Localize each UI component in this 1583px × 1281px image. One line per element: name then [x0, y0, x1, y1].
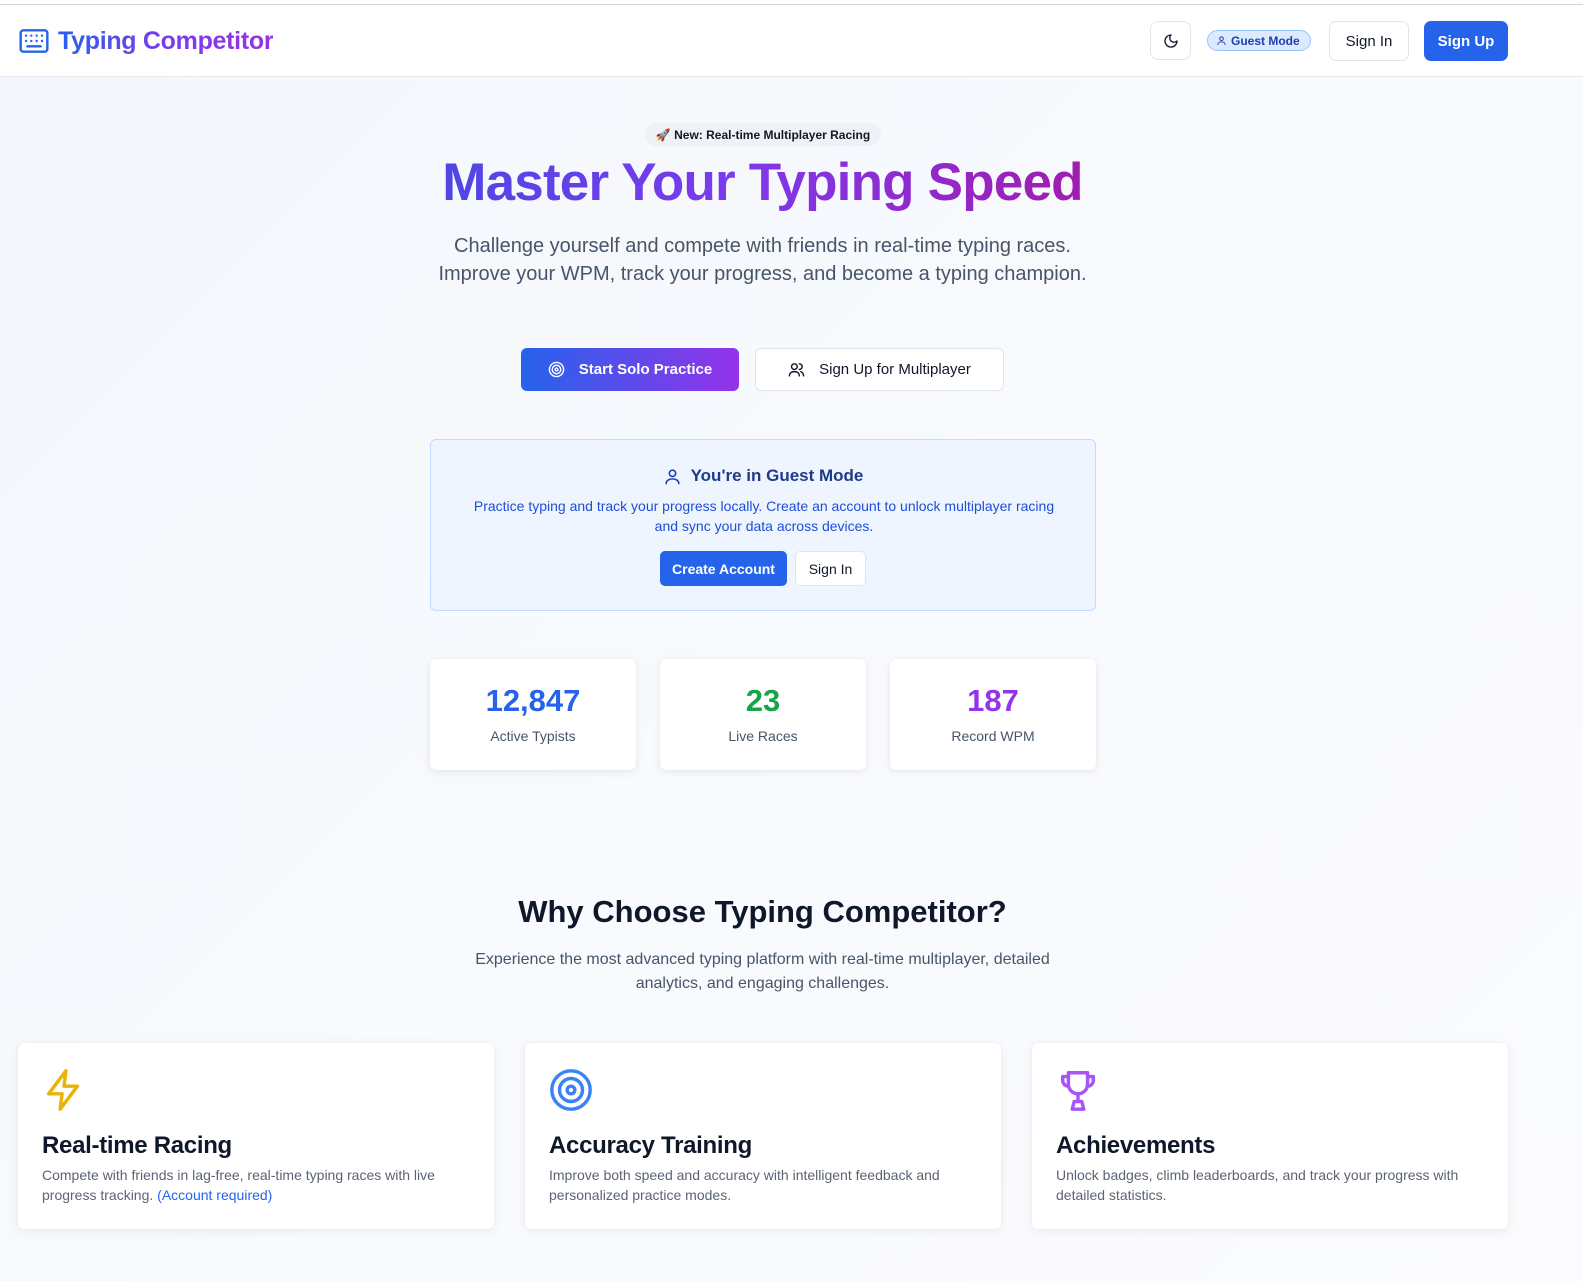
sign-up-multiplayer-label: Sign Up for Multiplayer: [819, 361, 971, 378]
hero-title-text: Master Your Typing Speed: [442, 153, 1083, 212]
brand-logo[interactable]: Typing Competitor: [18, 25, 274, 57]
stat-label: Active Typists: [490, 728, 576, 744]
hero-title: Master Your Typing Speed: [0, 152, 1525, 213]
feature-card-achievements: Achievements Unlock badges, climb leader…: [1032, 1043, 1508, 1229]
feature-description: Compete with friends in lag-free, real-t…: [42, 1165, 472, 1205]
start-solo-practice-button[interactable]: Start Solo Practice: [521, 348, 739, 391]
feature-description: Improve both speed and accuracy with int…: [549, 1167, 940, 1203]
guest-card-text: Practice typing and track your progress …: [473, 498, 1055, 534]
stat-value: 187: [967, 683, 1019, 718]
user-icon: [664, 468, 680, 484]
guest-mode-label: Guest Mode: [1231, 33, 1300, 48]
stat-value: 23: [745, 683, 781, 718]
hero-subtitle: Challenge yourself and compete with frie…: [438, 235, 1087, 285]
stat-card-active-typists: 12,847 Active Typists: [430, 659, 636, 770]
stat-card-live-races: 23 Live Races: [660, 659, 866, 770]
keyboard-icon: [19, 29, 49, 53]
guest-card-title-text: You're in Guest Mode: [690, 466, 864, 485]
sign-up-multiplayer-button[interactable]: Sign Up for Multiplayer: [755, 348, 1004, 391]
start-solo-practice-label: Start Solo Practice: [578, 361, 713, 378]
account-required-note: (Account required): [157, 1187, 273, 1203]
feature-description: Unlock badges, climb leaderboards, and t…: [1056, 1167, 1459, 1203]
feature-title: Real-time Racing: [42, 1132, 232, 1159]
stat-value: 12,847: [485, 683, 581, 718]
guest-mode-card: You're in Guest Mode Practice typing and…: [430, 439, 1096, 611]
announcement-badge: 🚀 New: Real-time Multiplayer Racing: [645, 123, 881, 146]
guest-mode-badge: Guest Mode: [1207, 30, 1311, 51]
why-section-subtitle: Experience the most advanced typing plat…: [475, 951, 1050, 992]
header-sign-in-button[interactable]: Sign In: [1329, 21, 1409, 61]
why-section-title: Why Choose Typing Competitor?: [518, 894, 1007, 929]
guest-card-title: You're in Guest Mode: [431, 466, 1095, 486]
stat-label: Record WPM: [951, 728, 1035, 744]
target-icon: [550, 1069, 592, 1111]
theme-toggle-button[interactable]: [1150, 21, 1191, 60]
feature-card-accuracy-training: Accuracy Training Improve both speed and…: [525, 1043, 1001, 1229]
guest-card-sign-in-button[interactable]: Sign In: [795, 551, 866, 586]
stat-card-record-wpm: 187 Record WPM: [890, 659, 1096, 770]
feature-title: Accuracy Training: [549, 1132, 752, 1159]
stat-label: Live Races: [728, 728, 798, 744]
trophy-icon: [1060, 1071, 1096, 1111]
header-sign-up-button[interactable]: Sign Up: [1424, 21, 1508, 61]
moon-icon: [1163, 33, 1178, 48]
create-account-button[interactable]: Create Account: [660, 551, 787, 586]
top-navbar: Typing Competitor Guest Mode Sign In Sig…: [0, 5, 1583, 77]
feature-card-realtime-racing: Real-time Racing Compete with friends in…: [18, 1043, 494, 1229]
lightning-icon: [46, 1069, 80, 1111]
user-icon: [1217, 36, 1226, 46]
users-icon: [788, 363, 805, 377]
app-title: Typing Competitor: [58, 26, 274, 55]
target-icon: [548, 361, 565, 378]
feature-title: Achievements: [1056, 1132, 1216, 1159]
